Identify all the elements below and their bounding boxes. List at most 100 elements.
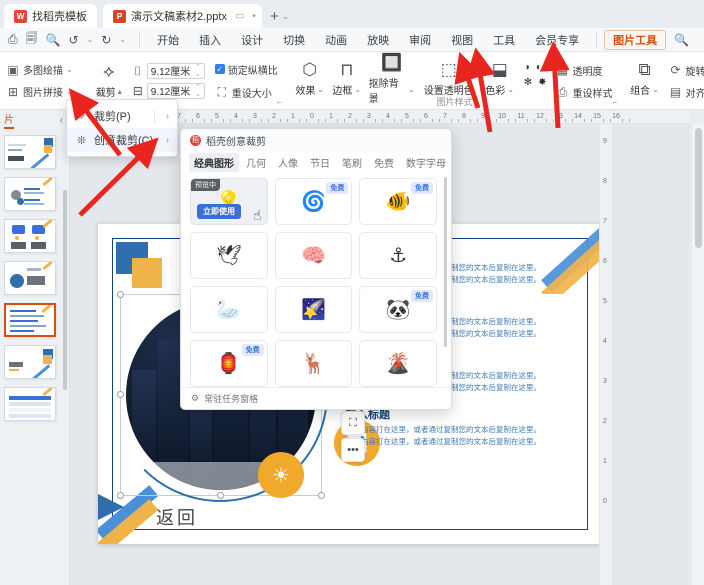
tab-free[interactable]: 免费: [369, 153, 399, 172]
use-now-button[interactable]: 立即使用: [197, 204, 241, 219]
menu-item-crop[interactable]: ⟡ 裁剪(P) ›: [67, 104, 177, 128]
chevron-down-icon[interactable]: ⌄: [66, 65, 73, 74]
template-item[interactable]: 🧠: [274, 232, 353, 279]
handle-top-left[interactable]: [117, 291, 124, 298]
chevron-down-icon[interactable]: ⌄: [354, 85, 361, 94]
template-item[interactable]: 🐼 免费: [359, 286, 437, 333]
menu-item-picture-tools[interactable]: 图片工具: [604, 29, 667, 50]
scrollbar-thumb[interactable]: [695, 128, 702, 248]
height-input[interactable]: 9.12厘米 ⌃ ⌄: [146, 62, 205, 79]
menu-item-view[interactable]: 视图: [441, 30, 483, 50]
width-input[interactable]: 9.12厘米 ⌃ ⌄: [146, 82, 205, 99]
thumbnail-list[interactable]: [0, 132, 69, 585]
template-item[interactable]: 🌀 免费: [274, 178, 353, 225]
panel-category-tabs[interactable]: 经典图形 几何 人像 节日 笔刷 免费 数字字母: [181, 151, 451, 176]
print-preview-icon[interactable]: 🔍: [46, 33, 61, 47]
template-item[interactable]: 🦌: [274, 340, 353, 387]
brightness-down-icon[interactable]: ◐: [536, 62, 542, 73]
handle-bottom-left[interactable]: [117, 492, 124, 499]
tab-brush[interactable]: 笔刷: [337, 153, 367, 172]
slide-thumbnail[interactable]: [4, 219, 56, 253]
panel-footer[interactable]: ⚙ 常驻任务窗格: [181, 387, 451, 409]
menu-item-tools[interactable]: 工具: [483, 30, 525, 50]
slide-thumbnail[interactable]: [4, 387, 56, 421]
set-transparent-color-button[interactable]: ⬚ 设置透明色: [422, 59, 476, 99]
template-item[interactable]: 🌠: [274, 286, 353, 333]
chevron-down-icon[interactable]: ⌄: [317, 85, 324, 94]
menu-item-review[interactable]: 审阅: [399, 30, 441, 50]
search-icon[interactable]: 🔍: [674, 33, 689, 47]
reset-size-button[interactable]: ⛶ 重设大小: [213, 84, 280, 101]
contrast-up-icon[interactable]: ✻: [524, 77, 532, 88]
color-button[interactable]: ⬓ 色彩 ⌄: [483, 59, 517, 99]
tab-wps-template[interactable]: W 找稻壳模板: [4, 4, 97, 28]
chevron-down-icon[interactable]: ⌄: [652, 85, 659, 94]
template-item[interactable]: ⚓: [359, 232, 437, 279]
lock-aspect-ratio-checkbox[interactable]: ✓ 锁定纵横比: [213, 61, 280, 78]
tab-document[interactable]: P 演示文稿素材2.pptx ▭ •: [103, 4, 262, 28]
remove-background-button[interactable]: 🔲 抠除背景 ⌄: [369, 53, 415, 105]
chevron-down-icon[interactable]: ⌄: [282, 11, 290, 22]
more-icon[interactable]: •: [252, 11, 256, 22]
qat-caret-icon[interactable]: ⌄: [119, 35, 126, 44]
template-grid[interactable]: 💡 预览中 立即使用 ☝ 🌀 免费 🐠 免费 🕊 🧠 ⚓ 🦢 🌠 🐼 免费 🏮 …: [181, 176, 451, 387]
tab-holiday[interactable]: 节日: [305, 153, 335, 172]
panel-tab-label[interactable]: 片: [4, 111, 14, 129]
menu-item-animation[interactable]: 动画: [315, 30, 357, 50]
chevron-down-icon[interactable]: ⌄: [507, 85, 514, 94]
crop-button[interactable]: ⟡ 裁剪 ▴: [89, 58, 129, 104]
canvas-vertical-scrollbar[interactable]: [691, 124, 704, 585]
undo-icon[interactable]: ↺: [69, 33, 79, 47]
save-icon[interactable]: ⎙: [8, 32, 18, 47]
handle-bottom-right[interactable]: [318, 492, 325, 499]
effects-button[interactable]: ⬡ 效果 ⌄: [295, 59, 325, 99]
tab-geometry[interactable]: 几何: [241, 153, 271, 172]
image-stitch-button[interactable]: ⊞ 图片拼接 ⌄: [4, 83, 75, 100]
thumbnail-scrollbar[interactable]: [63, 190, 67, 390]
menu-item-start[interactable]: 开始: [147, 30, 189, 50]
tab-portrait[interactable]: 人像: [273, 153, 303, 172]
template-item[interactable]: 🦢: [190, 286, 268, 333]
slide-thumbnail[interactable]: [4, 177, 56, 211]
redo-icon[interactable]: ↻: [101, 33, 111, 47]
undo-caret-icon[interactable]: ⌄: [87, 35, 94, 44]
restore-icon[interactable]: ▭: [235, 11, 244, 22]
group-button[interactable]: ⧉ 组合 ⌄: [629, 59, 661, 99]
slide-thumbnail-current[interactable]: [4, 303, 56, 337]
tab-classic-shapes[interactable]: 经典图形: [189, 153, 239, 172]
menu-item-design[interactable]: 设计: [231, 30, 273, 50]
template-item[interactable]: 🕊: [190, 232, 268, 279]
dialog-launcher-icon-2[interactable]: ⌐: [613, 98, 618, 107]
crop-frame-icon[interactable]: ⛶: [341, 411, 365, 435]
tab-digits-letters[interactable]: 数字字母: [401, 153, 451, 172]
chevron-down-icon[interactable]: ⌄: [66, 87, 73, 96]
multi-image-trace-button[interactable]: ▣ 多图绘描 ⌄: [4, 61, 75, 78]
contrast-down-icon[interactable]: ✸: [538, 77, 546, 88]
template-item-selected[interactable]: 💡 预览中 立即使用 ☝: [190, 178, 268, 225]
rotate-button[interactable]: ⟳ 旋转 ⌄: [667, 62, 704, 79]
chevron-up-icon[interactable]: ▴: [118, 87, 122, 96]
crop-dropdown-menu[interactable]: ⟡ 裁剪(P) › ❊ 创意裁剪(C) ›: [66, 99, 178, 157]
brightness-up-icon[interactable]: ◑: [524, 62, 530, 73]
menu-item-transition[interactable]: 切换: [273, 30, 315, 50]
creative-crop-panel[interactable]: 稻 稻壳创意裁剪 经典图形 几何 人像 节日 笔刷 免费 数字字母 💡 预览中 …: [180, 128, 452, 410]
dialog-launcher-icon[interactable]: ⌐: [277, 98, 282, 107]
menu-item-member[interactable]: 会员专享: [525, 30, 589, 50]
print-icon[interactable]: 🗐: [26, 29, 38, 50]
panel-scrollbar[interactable]: [444, 177, 447, 347]
chevron-down-icon[interactable]: ⌄: [408, 85, 415, 94]
spinner-icon[interactable]: ⌃ ⌄: [195, 84, 201, 98]
slide-thumbnail[interactable]: [4, 345, 56, 379]
menu-item-slideshow[interactable]: 放映: [357, 30, 399, 50]
chevron-left-icon[interactable]: ‹: [60, 115, 63, 126]
template-item[interactable]: 🏮 免费: [190, 340, 268, 387]
transparency-button[interactable]: ▦ 透明度: [554, 62, 615, 79]
menu-item-insert[interactable]: 插入: [189, 30, 231, 50]
border-button[interactable]: ⊓ 边框 ⌄: [332, 59, 362, 99]
template-item[interactable]: 🌋: [359, 340, 437, 387]
new-tab-button[interactable]: + ⌄: [262, 4, 297, 28]
more-options-icon[interactable]: •••: [341, 438, 365, 462]
slide-thumbnail[interactable]: [4, 135, 56, 169]
spinner-icon[interactable]: ⌃ ⌄: [195, 64, 201, 78]
template-item[interactable]: 🐠 免费: [359, 178, 437, 225]
